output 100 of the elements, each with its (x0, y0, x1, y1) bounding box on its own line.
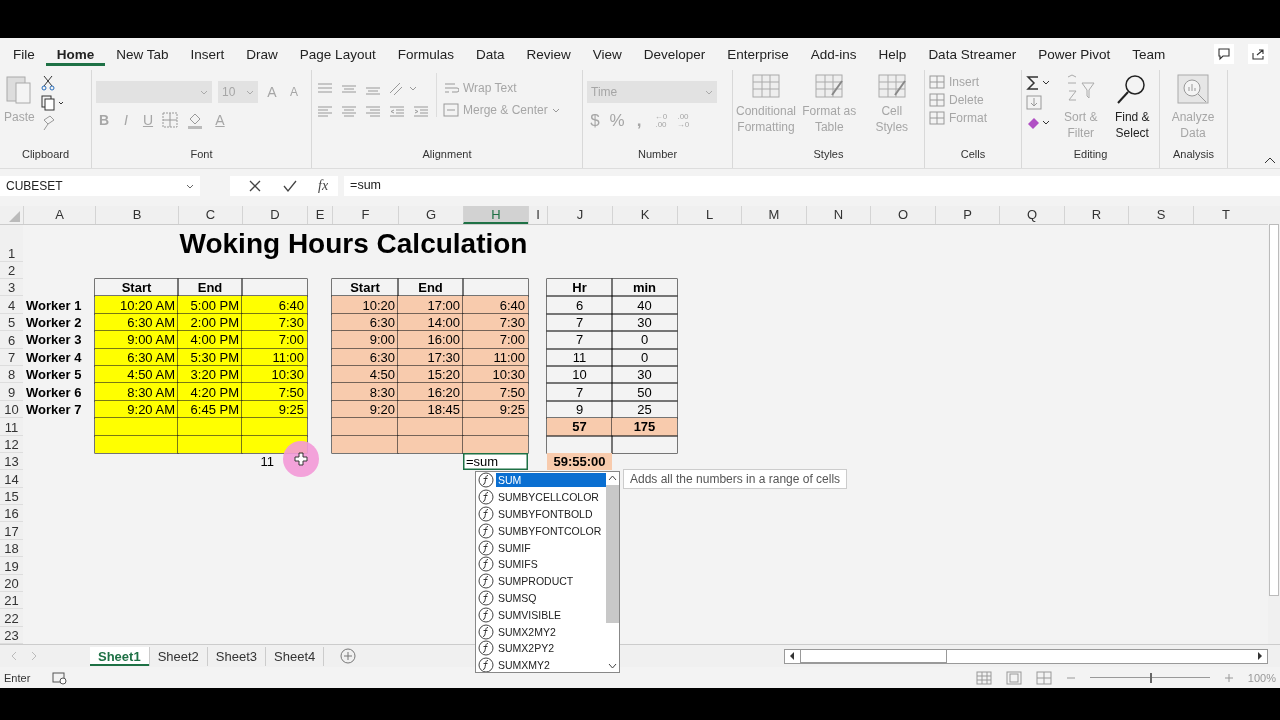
name-box[interactable]: CUBESET (0, 176, 200, 196)
formula-field[interactable]: =sum (344, 176, 1280, 196)
check-icon[interactable] (282, 179, 298, 193)
add-sheet-icon[interactable] (340, 648, 357, 664)
ribbon-tab[interactable]: Help (867, 42, 918, 66)
table-cell: 6 (547, 296, 612, 314)
normal-view-icon[interactable] (975, 670, 992, 685)
caret-icon (551, 107, 560, 113)
autocomplete-item[interactable]: SUMSQ (496, 590, 606, 605)
ribbon-tab[interactable]: Formulas (386, 42, 465, 66)
autosum-icon[interactable] (1026, 75, 1052, 91)
sheet-tab[interactable]: Sheet4 (266, 646, 325, 666)
column-header[interactable]: I (528, 206, 547, 224)
ribbon-tab[interactable]: Power Pivot (1027, 42, 1122, 66)
column-header[interactable]: Q (999, 206, 1064, 224)
ribbon-tab[interactable]: New Tab (105, 42, 180, 66)
autocomplete-item[interactable]: SUMIFS (496, 557, 606, 572)
horizontal-scrollbar[interactable] (784, 648, 1268, 664)
table-cell: 10:30 (242, 365, 307, 384)
cells-icon (929, 93, 945, 107)
column-header[interactable]: J (547, 206, 612, 224)
next-sheet-icon[interactable] (30, 651, 38, 661)
column-header[interactable]: A (23, 206, 95, 224)
column-header[interactable]: S (1128, 206, 1193, 224)
autocomplete-item[interactable]: SUMX2MY2 (496, 624, 606, 639)
ribbon-tab[interactable]: File (2, 42, 46, 66)
column-header[interactable]: M (741, 206, 806, 224)
ribbon-tab[interactable]: View (581, 42, 633, 66)
autocomplete-item[interactable]: SUMVISIBLE (496, 607, 606, 622)
ribbon-tab[interactable]: Enterprise (716, 42, 800, 66)
column-header[interactable]: F (332, 206, 398, 224)
vertical-align-icon[interactable] (340, 82, 358, 96)
increase-indent-icon[interactable] (412, 105, 430, 119)
macro-recording-icon[interactable] (52, 670, 69, 685)
table-cell: 15:20 (398, 365, 463, 384)
table-cell: 6:45 PM (178, 400, 242, 419)
previous-sheet-icon[interactable] (10, 651, 18, 661)
ribbon-tab[interactable]: Team (1121, 42, 1177, 66)
copy-icon[interactable] (40, 95, 65, 111)
column-header[interactable]: T (1193, 206, 1258, 224)
column-header[interactable]: R (1064, 206, 1128, 224)
ribbon-tab[interactable]: Developer (632, 42, 717, 66)
font-name-field[interactable] (96, 81, 212, 103)
column-header[interactable]: C (178, 206, 242, 224)
sheet-tab[interactable]: Sheet2 (149, 646, 208, 666)
autocomplete-item[interactable]: SUMBYFONTBOLD (496, 507, 606, 521)
cut-icon[interactable] (40, 75, 55, 91)
autocomplete-item[interactable]: SUMXMY2 (496, 658, 606, 672)
ribbon-tab[interactable]: Draw (235, 42, 289, 66)
column-header[interactable]: D (242, 206, 307, 224)
ribbon-tab[interactable]: Data (464, 42, 516, 66)
scroll-right-icon[interactable] (1256, 651, 1264, 661)
page-break-icon[interactable] (1035, 670, 1052, 685)
ribbon-tab[interactable]: Review (515, 42, 582, 66)
column-header[interactable]: N (806, 206, 870, 224)
sheet-tab[interactable]: Sheet1 (90, 646, 150, 666)
ribbon-tab[interactable]: Insert (179, 42, 236, 66)
comment-icon[interactable] (1214, 44, 1234, 64)
ribbon-tab[interactable]: Data Streamer (917, 42, 1028, 66)
close-icon[interactable] (248, 179, 262, 193)
table-cell: 8:30 (332, 383, 398, 401)
ribbon-tab[interactable]: Add-ins (799, 42, 868, 66)
horizontal-align-icon[interactable] (340, 105, 358, 119)
sheet-tab[interactable]: Sheet3 (207, 646, 267, 666)
borders-icon[interactable] (162, 112, 180, 128)
column-header[interactable]: P (935, 206, 999, 224)
scroll-down-icon[interactable] (608, 663, 617, 669)
table-cell: 10 (547, 365, 612, 384)
horizontal-align-icon[interactable] (316, 105, 334, 119)
autocomplete-item[interactable]: SUMX2PY2 (496, 641, 606, 656)
function-icon (478, 489, 494, 506)
table-cell: 5:30 PM (178, 348, 242, 366)
table-cell: 18:45 (398, 400, 463, 419)
insert-function-button[interactable]: fx (318, 178, 329, 194)
orientation-icon[interactable] (388, 81, 418, 97)
column-header[interactable]: H (463, 206, 528, 224)
decrease-indent-icon[interactable] (388, 105, 406, 119)
horizontal-align-icon[interactable] (364, 105, 382, 119)
table-cell: 9:20 (332, 400, 398, 419)
column-header[interactable]: B (95, 206, 178, 224)
autocomplete-item[interactable]: SUMPRODUCT (496, 574, 606, 589)
autocomplete-item[interactable]: SUMBYFONTCOLOR (496, 523, 606, 538)
vertical-align-icon[interactable] (316, 82, 334, 96)
scroll-up-icon[interactable] (608, 475, 617, 481)
page-layout-icon[interactable] (1005, 670, 1022, 685)
ribbon-tab[interactable]: Page Layout (288, 42, 387, 66)
scroll-left-icon[interactable] (788, 651, 796, 661)
editing-button[interactable]: Find & Select (1109, 73, 1155, 141)
column-header[interactable]: E (307, 206, 332, 224)
autocomplete-item[interactable]: SUMIF (496, 540, 606, 555)
eraser-icon[interactable] (1026, 115, 1052, 131)
column-header[interactable]: O (870, 206, 935, 224)
autocomplete-item[interactable]: SUMBYCELLCOLOR (496, 490, 606, 505)
autocomplete-item[interactable]: SUM (496, 473, 606, 488)
column-header[interactable]: L (677, 206, 741, 224)
ribbon-tab[interactable]: Home (45, 42, 106, 66)
collapse-ribbon-icon[interactable] (1264, 156, 1276, 164)
column-header[interactable]: K (612, 206, 677, 224)
share-icon[interactable] (1248, 44, 1268, 64)
zoom-in-icon[interactable] (1223, 672, 1234, 683)
